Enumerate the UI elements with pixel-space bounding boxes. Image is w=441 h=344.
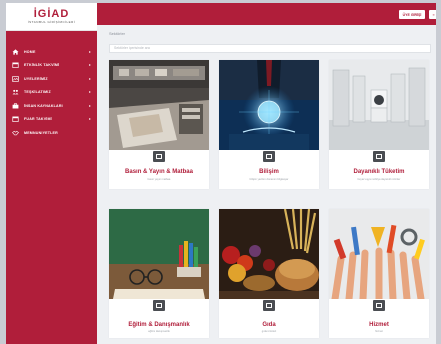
sidebar-item-satisfaction[interactable]: MEMNUNIYETLER <box>6 126 97 140</box>
users-icon <box>12 76 19 82</box>
sidebar-item-label: İNSAN KAYNAKLARI <box>24 103 63 108</box>
logo[interactable]: İGİAD İSTANBUL GİRİŞİMCİLERİ <box>6 3 97 31</box>
chevron-right-icon <box>89 118 91 121</box>
page-frame: İGİAD İSTANBUL GİRİŞİMCİLERİ HOME ETKİNL… <box>6 3 436 344</box>
logo-text: İGİAD <box>33 8 70 20</box>
briefcase-icon <box>12 103 19 109</box>
calendar-icon <box>12 62 19 69</box>
sidebar-item-label: FUAR TAKVİMİ <box>24 117 52 122</box>
sector-card[interactable]: Eğitim & Danışmanlık eğitim danışmanlık <box>109 209 209 338</box>
sidebar-item-events[interactable]: ETKİNLİK TAKVİMİ <box>6 59 97 73</box>
image-icon <box>153 300 165 311</box>
sidebar: İGİAD İSTANBUL GİRİŞİMCİLERİ HOME ETKİNL… <box>6 3 97 344</box>
sector-card[interactable]: Basın & Yayın & Matbaa basın yayın matba… <box>109 60 209 189</box>
sidebar-item-fair-calendar[interactable]: FUAR TAKVİMİ <box>6 113 97 127</box>
sector-card[interactable]: Bilişim bilişim yazılım donanım bilgisay… <box>219 60 319 189</box>
card-title: Bilişim <box>259 169 279 175</box>
login-button[interactable]: ÜYE GİRİŞİ <box>399 10 425 19</box>
chevron-right-icon <box>89 91 91 94</box>
appliances-image <box>329 60 429 150</box>
card-subtitle: hizmet <box>375 330 383 333</box>
sidebar-item-label: ÜYELERİMİZ <box>24 76 48 81</box>
handshake-icon <box>12 130 19 136</box>
chevron-right-icon <box>89 77 91 80</box>
sector-card[interactable]: Dayanıklı Tüketim beyaz eşya mobilya day… <box>329 60 429 189</box>
image-icon <box>263 300 275 311</box>
printing-press-image <box>109 60 209 150</box>
chevron-right-icon <box>89 50 91 53</box>
sidebar-item-human-resources[interactable]: İNSAN KAYNAKLARI <box>6 99 97 113</box>
card-subtitle: gıda ürünleri <box>261 330 277 333</box>
sidebar-item-label: ETKİNLİK TAKVİMİ <box>24 63 60 68</box>
sidebar-item-label: TEŞKİLATIMIZ <box>24 90 51 95</box>
organization-icon <box>12 90 19 95</box>
card-title: Dayanıklı Tüketim <box>353 169 405 175</box>
image-icon <box>263 151 275 162</box>
card-title: Basın & Yayın & Matbaa <box>125 169 193 175</box>
sidebar-nav: HOME ETKİNLİK TAKVİMİ ÜYELERİMİZ TEŞKİLA… <box>6 45 97 140</box>
home-icon <box>12 49 19 55</box>
top-bar: ÜYE GİRİŞİ ≡ <box>97 3 436 25</box>
image-icon <box>153 151 165 162</box>
education-image <box>109 209 209 299</box>
card-subtitle: eğitim danışmanlık <box>148 330 170 333</box>
chevron-right-icon <box>89 64 91 67</box>
card-subtitle: bilişim yazılım donanım bilgisayar <box>249 178 289 181</box>
sidebar-item-organization[interactable]: TEŞKİLATIMIZ <box>6 86 97 100</box>
logo-subtext: İSTANBUL GİRİŞİMCİLERİ <box>27 20 76 24</box>
card-subtitle: beyaz eşya mobilya dayanıklı ürünler <box>357 178 401 181</box>
image-icon <box>373 151 385 162</box>
breadcrumb: Sektörler <box>109 31 126 36</box>
technology-image <box>219 60 319 150</box>
chevron-right-icon <box>89 104 91 107</box>
calendar-icon <box>12 116 19 123</box>
food-image <box>219 209 319 299</box>
card-title: Hizmet <box>369 322 389 328</box>
sidebar-item-label: MEMNUNIYETLER <box>24 130 58 135</box>
card-subtitle: basın yayın matbaa <box>147 178 171 181</box>
sidebar-item-members[interactable]: ÜYELERİMİZ <box>6 72 97 86</box>
sidebar-item-label: HOME <box>24 49 36 54</box>
card-title: Eğitim & Danışmanlık <box>128 322 190 328</box>
menu-button[interactable]: ≡ <box>429 10 436 19</box>
sector-card[interactable]: Hizmet hizmet <box>329 209 429 338</box>
image-icon <box>373 300 385 311</box>
tools-image <box>329 209 429 299</box>
sidebar-item-home[interactable]: HOME <box>6 45 97 59</box>
sector-card[interactable]: Gıda gıda ürünleri <box>219 209 319 338</box>
card-title: Gıda <box>262 322 276 328</box>
search-input[interactable]: Sektörler içerisinde ara <box>109 44 431 53</box>
